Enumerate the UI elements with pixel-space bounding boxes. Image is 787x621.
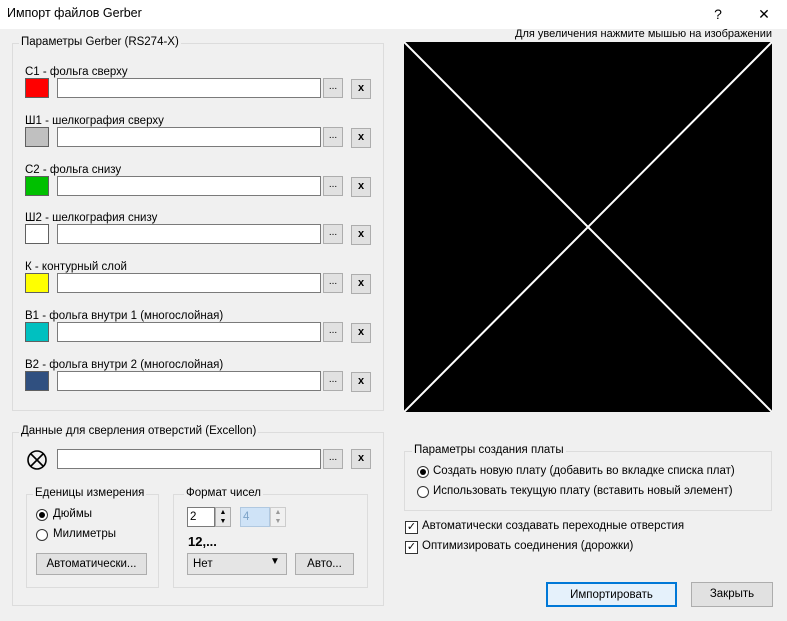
dec-digits-spinner[interactable]: ▲ ▼ [270,507,286,527]
int-digits-spinner[interactable]: ▲ ▼ [215,507,231,527]
layer-path-input[interactable] [57,224,321,244]
zeros-select-value: Нет [193,558,213,570]
layer-clear-button[interactable]: x [351,225,371,245]
create-new-board-radio[interactable] [417,466,429,478]
layer-path-input[interactable] [57,371,321,391]
board-group [404,451,772,511]
close-button[interactable]: Закрыть [691,582,773,607]
layer-label: Ш1 - шелкография сверху [25,115,164,127]
excellon-group-label: Данные для сверления отверстий (Excellon… [19,425,259,437]
auto-vias-label: Автоматически создавать переходные отвер… [422,520,685,532]
excellon-clear-button[interactable]: x [351,449,371,469]
excellon-browse-button[interactable]: ... [323,449,343,469]
layer-browse-button[interactable]: ... [323,273,343,293]
preview-hint: Для увеличения нажмите мышью на изображе… [515,28,772,40]
empty-preview-cross [404,42,772,412]
optimize-label: Оптимизировать соединения (дорожки) [422,540,634,552]
layer-label: В1 - фольга внутри 1 (многослойная) [25,310,224,322]
units-group-label: Еденицы измерения [33,487,147,499]
import-button[interactable]: Импортировать [546,582,677,607]
preview-canvas[interactable] [404,42,772,412]
dec-digits-input[interactable]: 4 [240,507,270,527]
layer-path-input[interactable] [57,322,321,342]
format-auto-button[interactable]: Авто... [295,553,354,575]
drill-icon [27,450,47,470]
layer-path-input[interactable] [57,176,321,196]
layer-browse-button[interactable]: ... [323,224,343,244]
layer-clear-button[interactable]: x [351,79,371,99]
format-sample: 12,... [188,534,217,549]
layer-clear-button[interactable]: x [351,274,371,294]
help-button[interactable]: ? [695,0,741,29]
close-window-button[interactable]: ✕ [741,0,787,29]
excellon-path-input[interactable] [57,449,321,469]
auto-vias-checkbox[interactable]: ✓ [405,521,418,534]
millimeters-radio[interactable] [36,529,48,541]
units-auto-button[interactable]: Автоматически... [36,553,147,575]
create-new-board-label: Создать новую плату (добавить во вкладке… [433,465,735,477]
layer-label: В2 - фольга внутри 2 (многослойная) [25,359,224,371]
layer-label: К - контурный слой [25,261,127,273]
layer-color-swatch[interactable] [25,273,49,293]
use-current-board-radio[interactable] [417,486,429,498]
format-group-label: Формат чисел [184,487,263,499]
layer-color-swatch[interactable] [25,322,49,342]
layer-clear-button[interactable]: x [351,128,371,148]
layer-color-swatch[interactable] [25,78,49,98]
layer-color-swatch[interactable] [25,371,49,391]
layer-color-swatch[interactable] [25,176,49,196]
layer-browse-button[interactable]: ... [323,78,343,98]
board-group-label: Параметры создания платы [412,444,566,456]
int-digits-input[interactable]: 2 [187,507,215,527]
layer-label: С2 - фольга снизу [25,164,122,176]
window-title: Импорт файлов Gerber [7,6,142,20]
inches-radio[interactable] [36,509,48,521]
optimize-checkbox[interactable]: ✓ [405,541,418,554]
layer-browse-button[interactable]: ... [323,127,343,147]
layer-color-swatch[interactable] [25,224,49,244]
layer-browse-button[interactable]: ... [323,371,343,391]
chevron-down-icon: ▼ [270,556,280,567]
millimeters-label: Милиметры [53,528,116,540]
layer-clear-button[interactable]: x [351,372,371,392]
layer-clear-button[interactable]: x [351,323,371,343]
layer-clear-button[interactable]: x [351,177,371,197]
layer-path-input[interactable] [57,127,321,147]
layer-label: Ш2 - шелкография снизу [25,212,158,224]
inches-label: Дюймы [53,508,93,520]
layer-path-input[interactable] [57,273,321,293]
layer-browse-button[interactable]: ... [323,176,343,196]
layer-color-swatch[interactable] [25,127,49,147]
layer-browse-button[interactable]: ... [323,322,343,342]
gerber-group-label: Параметры Gerber (RS274-X) [19,36,181,48]
layer-label: С1 - фольга сверху [25,66,128,78]
layer-path-input[interactable] [57,78,321,98]
use-current-board-label: Использовать текущую плату (вставить нов… [433,485,733,497]
